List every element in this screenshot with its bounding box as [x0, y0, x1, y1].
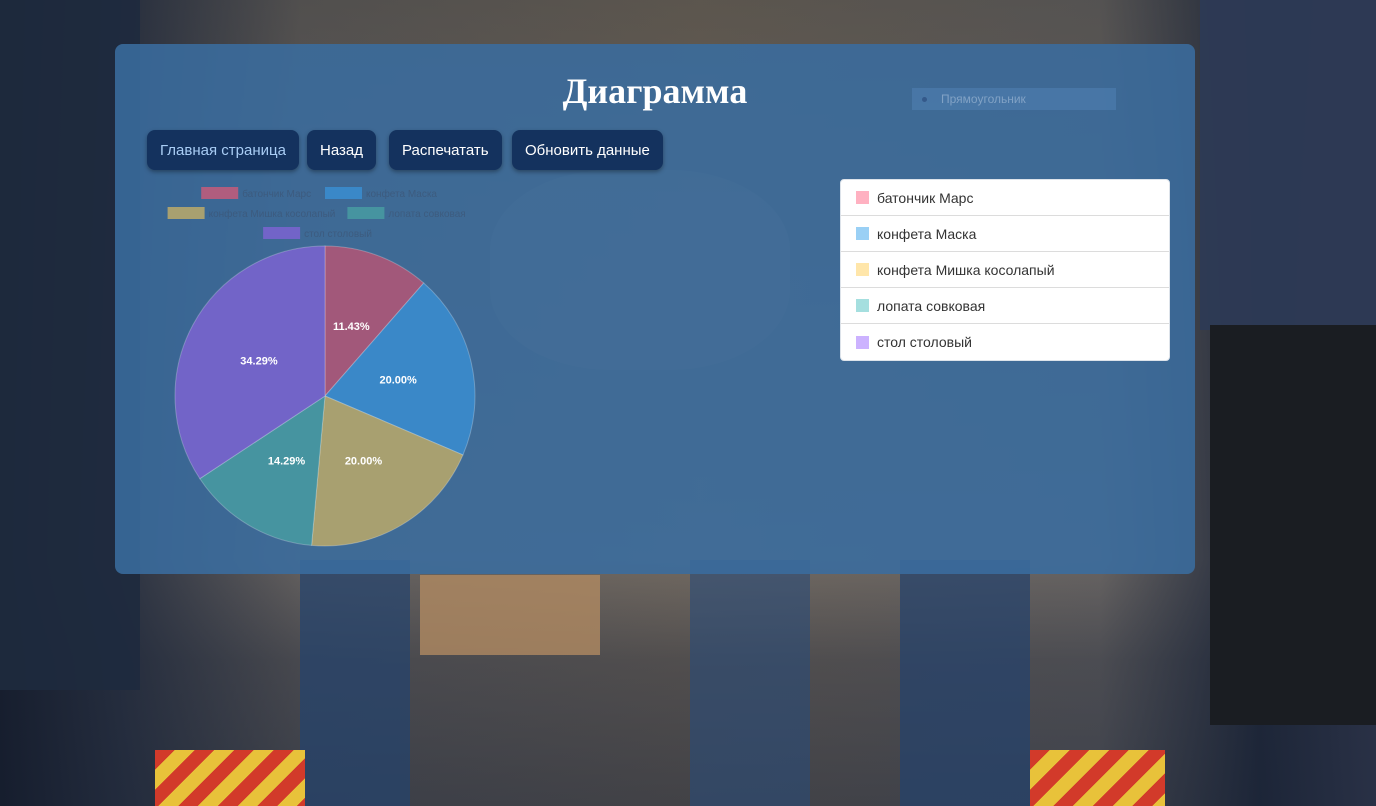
chart-legend-swatch[interactable] — [325, 187, 362, 199]
background-worker — [300, 560, 410, 806]
background-barrier — [1030, 750, 1165, 806]
back-button[interactable]: Назад — [307, 130, 376, 170]
background-worker — [900, 560, 1030, 806]
legend-item-label: конфета Маска — [877, 225, 977, 242]
chart-legend-label: конфета Маска — [366, 188, 437, 200]
legend-list-item[interactable]: лопата совковая — [841, 288, 1169, 324]
refresh-data-button[interactable]: Обновить данные — [512, 130, 663, 170]
print-button[interactable]: Распечатать — [389, 130, 502, 170]
pie-data-label: 14.29% — [268, 455, 306, 467]
legend-swatch — [856, 335, 869, 349]
legend-list-item[interactable]: стол столовый — [841, 324, 1169, 360]
legend-item-label: стол столовый — [877, 334, 972, 350]
chart-legend: батончик Марс конфета Маска конфета Мишка … — [167, 187, 466, 240]
select-marker-icon — [922, 96, 927, 102]
legend-swatch — [856, 263, 869, 276]
category-legend-list: батончик Марс конфета Маска конфета Мишк… — [840, 179, 1170, 361]
pie-data-label: 11.43% — [333, 321, 370, 333]
shape-type-select[interactable]: Прямоугольник — [912, 88, 1116, 110]
chart-legend-swatch[interactable] — [263, 227, 301, 239]
chart-legend-swatch[interactable] — [201, 187, 239, 199]
legend-item-label: конфета Мишка косолапый — [877, 261, 1055, 278]
chart-legend-label: стол столовый — [304, 229, 372, 240]
legend-item-label: лопата совковая — [877, 297, 986, 314]
legend-list-item[interactable]: конфета Мишка косолапый — [841, 252, 1169, 288]
pie-data-label: 34.29% — [240, 355, 278, 367]
background-person-right — [1200, 0, 1376, 330]
chart-legend-label: батончик Марс — [242, 188, 311, 200]
background-barrier — [155, 750, 305, 806]
pie-data-label: 20.00% — [345, 455, 383, 467]
chart-legend-label: конфета Мишка косолапый — [209, 208, 336, 220]
legend-list-item[interactable]: конфета Маска — [841, 216, 1169, 252]
legend-swatch — [856, 191, 869, 204]
home-page-button[interactable]: Главная страница — [147, 130, 299, 170]
pie-slices — [174, 245, 476, 547]
pie-chart: батончик Марс конфета Маска конфета Мишка … — [167, 187, 476, 547]
legend-swatch — [856, 227, 869, 240]
shape-type-select-value: Прямоугольник — [941, 92, 1026, 106]
pie-data-label: 20.00% — [379, 374, 417, 386]
chart-legend-swatch[interactable] — [347, 207, 385, 219]
background-folder — [1210, 325, 1376, 725]
background-worker — [690, 560, 810, 806]
legend-list-item[interactable]: батончик Марс — [841, 180, 1169, 216]
chart-legend-label: лопата совковая — [388, 209, 465, 220]
legend-swatch — [856, 299, 869, 312]
legend-item-label: батончик Марс — [877, 189, 974, 206]
chart-legend-swatch[interactable] — [167, 207, 205, 219]
background-box — [420, 575, 600, 655]
